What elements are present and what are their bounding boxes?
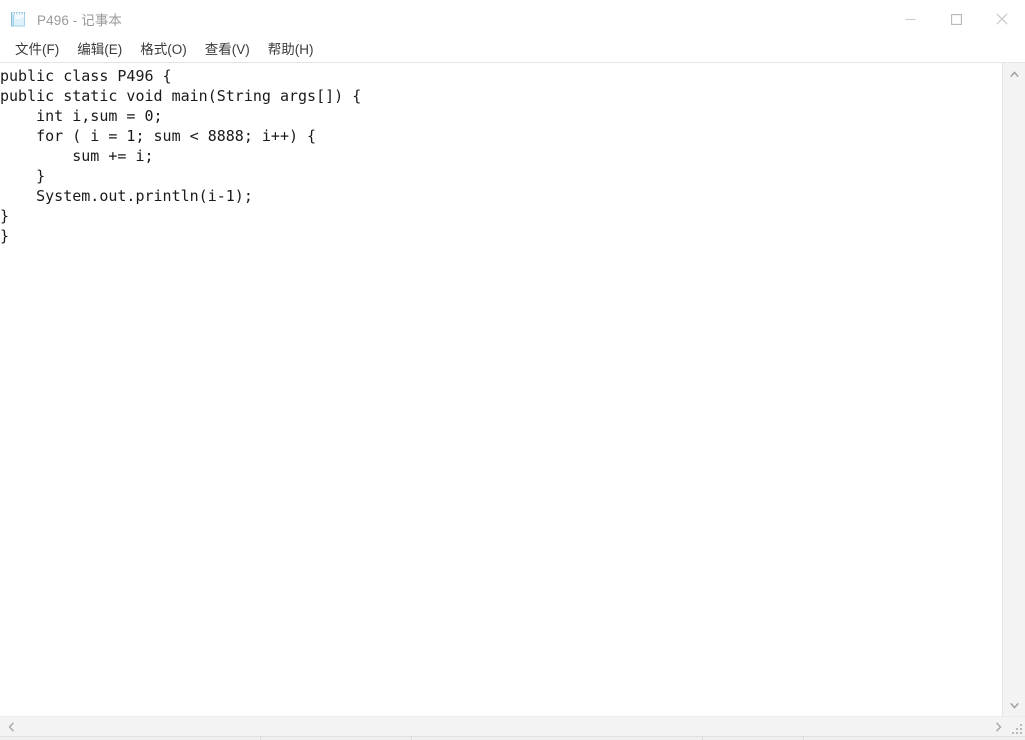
close-button[interactable]	[979, 0, 1025, 38]
vertical-scrollbar[interactable]	[1003, 63, 1025, 716]
menu-item-file[interactable]: 文件(F)	[6, 39, 68, 61]
close-icon	[996, 13, 1008, 25]
chevron-down-icon	[1009, 702, 1019, 709]
minimize-button[interactable]	[887, 0, 933, 38]
menu-item-help[interactable]: 帮助(H)	[259, 39, 323, 61]
title-bar[interactable]: P496 - 记事本	[0, 0, 1025, 38]
window-title: P496 - 记事本	[37, 13, 123, 28]
menu-item-edit[interactable]: 编辑(E)	[68, 39, 131, 61]
resize-grip-icon	[1012, 724, 1022, 734]
scroll-right-button[interactable]	[987, 717, 1009, 736]
menu-item-view[interactable]: 查看(V)	[196, 39, 259, 61]
scroll-up-button[interactable]	[1003, 63, 1025, 85]
maximize-button[interactable]	[933, 0, 979, 38]
minimize-icon	[905, 18, 915, 20]
scroll-down-button[interactable]	[1003, 694, 1025, 716]
chevron-right-icon	[995, 721, 1001, 732]
menu-item-format[interactable]: 格式(O)	[131, 39, 196, 61]
title-bar-left: P496 - 记事本	[0, 0, 122, 38]
horizontal-scrollbar[interactable]	[0, 716, 1025, 736]
editor-region: public class P496 { public static void m…	[0, 63, 1025, 740]
maximize-icon	[950, 13, 962, 25]
notepad-icon	[10, 10, 28, 28]
window-bottom-edge	[0, 736, 1025, 740]
chevron-left-icon	[8, 721, 14, 732]
editor-row: public class P496 { public static void m…	[0, 63, 1025, 716]
code-content[interactable]: public class P496 { public static void m…	[0, 66, 361, 246]
resize-grip[interactable]	[1009, 717, 1025, 736]
chevron-up-icon	[1009, 70, 1019, 77]
scroll-left-button[interactable]	[0, 717, 22, 736]
text-area[interactable]: public class P496 { public static void m…	[0, 63, 1003, 716]
window-controls	[887, 0, 1025, 38]
menu-bar: 文件(F) 编辑(E) 格式(O) 查看(V) 帮助(H)	[0, 38, 1025, 63]
notepad-window: P496 - 记事本 文件(F) 编辑(E) 格式(O) 查看(V) 帮助(H)…	[0, 0, 1025, 740]
